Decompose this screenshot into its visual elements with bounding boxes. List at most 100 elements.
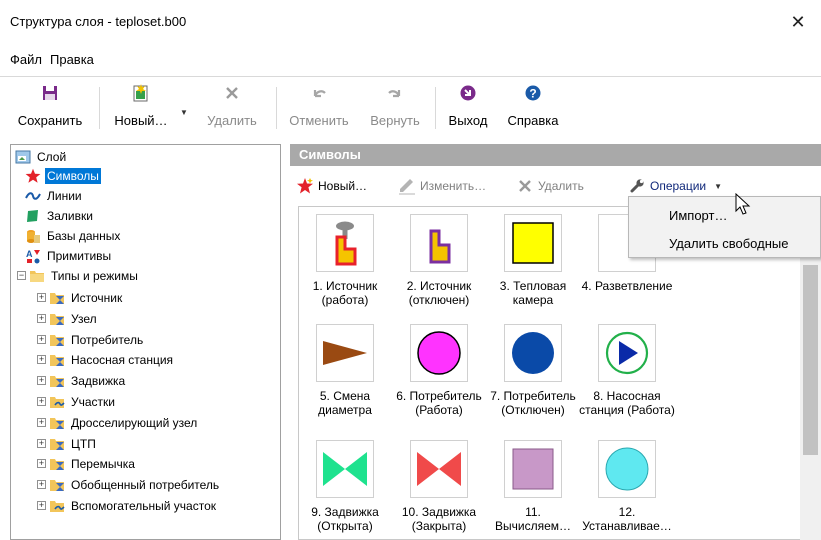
expand-toggle[interactable]: +	[37, 501, 46, 510]
toolbar-separator	[99, 87, 100, 129]
type-folder-icon	[49, 477, 65, 493]
panel-title: Символы	[290, 144, 821, 166]
tree-node-type[interactable]: Потребитель	[49, 330, 145, 350]
line-type-folder-icon	[49, 394, 65, 410]
expand-toggle[interactable]: +	[37, 397, 46, 406]
symbol-caption: 10. Задвижка (Закрыта)	[401, 505, 477, 533]
delete-symbol-button[interactable]: Удалить	[516, 176, 584, 196]
tree-node-type[interactable]: Задвижка	[49, 371, 127, 391]
expand-toggle[interactable]: +	[37, 480, 46, 489]
operations-menu-button[interactable]: Операции ▼	[628, 176, 722, 196]
new-dropdown-arrow[interactable]: ▼	[180, 108, 188, 117]
delete-button[interactable]: Удалить	[200, 77, 264, 137]
tree-node-type[interactable]: Узел	[49, 309, 99, 329]
expand-toggle[interactable]: +	[37, 439, 46, 448]
expand-toggle[interactable]: +	[37, 418, 46, 427]
menu-edit[interactable]: Правка	[50, 52, 94, 67]
valve-closed-icon	[410, 440, 468, 498]
tree-node-layer[interactable]: Слой	[15, 147, 68, 167]
symbol-caption: 1. Источник (работа)	[312, 279, 378, 307]
toolbar-separator	[435, 87, 436, 129]
edit-symbol-button[interactable]: Изменить…	[398, 176, 486, 196]
delete-x-icon	[516, 177, 534, 195]
tree-node-databases[interactable]: Базы данных	[25, 226, 122, 246]
symbol-caption: 5. Смена диаметра	[318, 389, 372, 417]
symbol-item[interactable]: 10. Задвижка (Закрыта)	[389, 440, 489, 533]
mouse-cursor-icon	[735, 192, 755, 220]
tree-node-type[interactable]: Участки	[49, 392, 117, 412]
tree-node-type[interactable]: Обобщенный потребитель	[49, 475, 221, 495]
symbol-item[interactable]: 2. Источник (отключен)	[389, 214, 489, 307]
symbol-item[interactable]: 9. Задвижка (Открыта)	[299, 440, 395, 533]
import-menu-item[interactable]: Импорт…	[669, 208, 727, 223]
blue-circle-icon	[504, 324, 562, 382]
symbol-item[interactable]: 6. Потребитель (Работа)	[389, 324, 489, 417]
symbol-item[interactable]: 11. Вычисляем…	[483, 440, 583, 533]
collapse-toggle[interactable]: −	[17, 271, 26, 280]
expand-toggle[interactable]: +	[37, 355, 46, 364]
tree-node-lines[interactable]: Линии	[25, 186, 84, 206]
purple-square-icon	[504, 440, 562, 498]
save-button[interactable]: Сохранить	[10, 77, 90, 137]
tree-node-fills[interactable]: Заливки	[25, 206, 95, 226]
type-folder-icon	[49, 332, 65, 348]
title-bar: Структура слоя - teploset.b00 ✕	[0, 0, 821, 44]
menu-bar: Файл Правка	[0, 48, 821, 70]
chevron-down-icon: ▼	[714, 181, 723, 191]
tree-node-type[interactable]: Источник	[49, 288, 124, 308]
symbol-item[interactable]: 12. Устанавливае…	[577, 440, 677, 533]
type-folder-icon	[49, 352, 65, 368]
scrollbar-thumb[interactable]	[803, 265, 818, 455]
expand-toggle[interactable]: +	[37, 335, 46, 344]
new-button[interactable]: Новый…	[106, 77, 176, 137]
expand-toggle[interactable]: +	[37, 459, 46, 468]
operations-dropdown: Импорт… Удалить свободные	[628, 196, 821, 258]
tree-node-type[interactable]: Насосная станция	[49, 350, 175, 370]
redo-button[interactable]: Вернуть	[364, 77, 426, 137]
folder-icon	[29, 268, 45, 284]
type-folder-icon	[49, 456, 65, 472]
symbol-caption: 4. Разветвление	[581, 279, 673, 293]
type-folder-icon	[49, 290, 65, 306]
menu-file[interactable]: Файл	[10, 52, 42, 67]
tree-node-type[interactable]: ЦТП	[49, 434, 98, 454]
expand-toggle[interactable]: +	[37, 376, 46, 385]
symbol-caption: 12. Устанавливае…	[582, 505, 672, 533]
svg-text:?: ?	[529, 86, 536, 100]
tree-node-primitives[interactable]: A Примитивы	[25, 246, 113, 266]
symbol-caption: 9. Задвижка (Открыта)	[311, 505, 379, 533]
type-folder-icon	[49, 373, 65, 389]
expand-toggle[interactable]: +	[37, 314, 46, 323]
help-button[interactable]: ? Справка	[500, 77, 566, 137]
symbol-item[interactable]: 3. Тепловая камера	[483, 214, 583, 307]
new-star-icon	[296, 177, 314, 195]
remove-free-menu-item[interactable]: Удалить свободные	[669, 236, 788, 251]
type-folder-icon	[49, 415, 65, 431]
tree-node-type[interactable]: Перемычка	[49, 454, 137, 474]
symbol-item[interactable]: 7. Потребитель (Отключен)	[483, 324, 583, 417]
new-symbol-button[interactable]: Новый…	[296, 176, 367, 196]
floppy-icon	[42, 77, 58, 109]
tree-node-types[interactable]: Типы и режимы	[29, 266, 140, 286]
help-icon: ?	[525, 77, 541, 109]
undo-button[interactable]: Отменить	[284, 77, 354, 137]
layer-tree: Слой Символы Линии Заливки Базы данных A…	[10, 144, 281, 540]
close-button[interactable]: ✕	[775, 0, 821, 44]
tree-node-type[interactable]: Вспомогательный участок	[49, 496, 218, 516]
tree-node-type[interactable]: Дросселирующий узел	[49, 413, 199, 433]
valve-open-icon	[316, 440, 374, 498]
line-type-folder-icon	[49, 498, 65, 514]
magenta-circle-icon	[410, 324, 468, 382]
symbol-item[interactable]: 8. Насосная станция (Работа)	[577, 324, 677, 417]
toolbar-separator	[276, 87, 277, 129]
source-working-icon	[316, 214, 374, 272]
symbol-item[interactable]: 1. Источник (работа)	[299, 214, 395, 307]
exit-button[interactable]: Выход	[442, 77, 494, 137]
wave-line-icon	[25, 188, 41, 204]
pump-station-icon	[598, 324, 656, 382]
symbol-item[interactable]: 5. Смена диаметра	[299, 324, 395, 417]
tree-node-symbols[interactable]: Символы	[25, 166, 101, 186]
expand-toggle[interactable]: +	[37, 293, 46, 302]
star-icon	[25, 168, 41, 184]
exit-icon	[460, 77, 476, 109]
